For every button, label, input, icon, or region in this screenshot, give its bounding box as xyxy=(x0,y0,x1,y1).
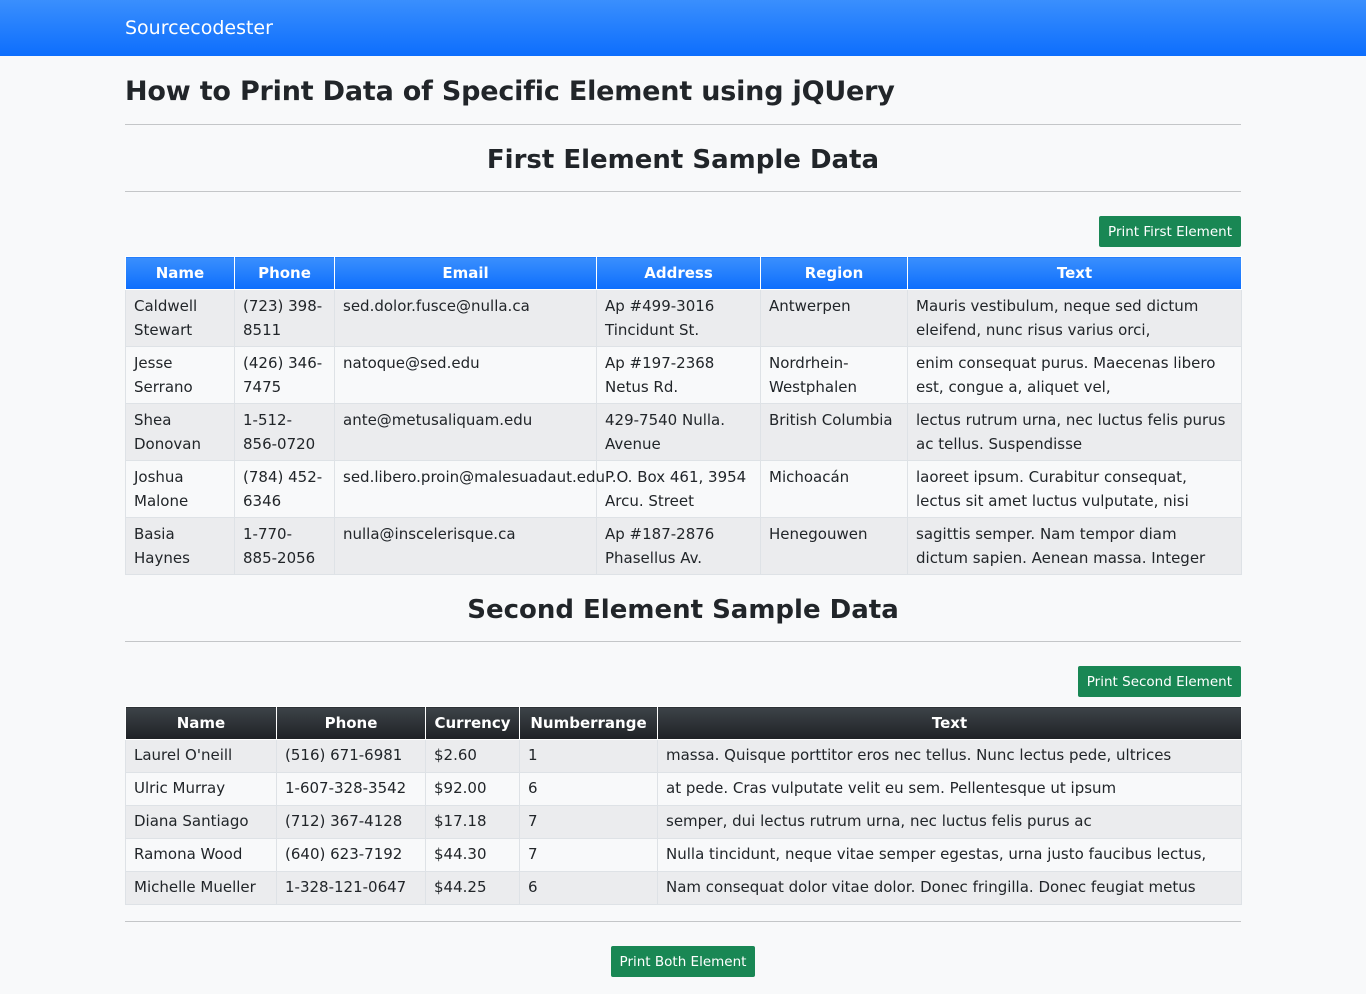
table-cell: lectus rutrum urna, nec luctus felis pur… xyxy=(907,403,1242,461)
table-cell: $44.30 xyxy=(425,838,520,872)
table-cell: (426) 346-7475 xyxy=(234,346,335,404)
second-element-section: Second Element Sample Data Print Second … xyxy=(125,593,1242,905)
table-cell: Laurel O'neill xyxy=(125,739,277,773)
column-header-name: Name xyxy=(125,256,235,290)
table-cell: enim consequat purus. Maecenas libero es… xyxy=(907,346,1242,404)
table-cell: semper, dui lectus rutrum urna, nec luct… xyxy=(657,805,1242,839)
print-first-element-button[interactable]: Print First Element xyxy=(1099,216,1241,247)
table-cell: sagittis semper. Nam tempor diam dictum … xyxy=(907,517,1242,575)
table-cell: Michoacán xyxy=(760,460,908,518)
table-cell: Henegouwen xyxy=(760,517,908,575)
table-cell: sed.libero.proin@malesuadaut.edu xyxy=(334,460,605,518)
table-header-row: Name Phone Email Address Region Text xyxy=(125,256,1242,290)
column-header-phone: Phone xyxy=(276,706,426,740)
column-header-text: Text xyxy=(907,256,1242,290)
table-cell: British Columbia xyxy=(760,403,908,461)
first-element-section: First Element Sample Data Print First El… xyxy=(125,143,1242,575)
column-header-text: Text xyxy=(657,706,1242,740)
table-cell: (712) 367-4128 xyxy=(276,805,426,839)
table-row: Laurel O'neill (516) 671-6981 $2.60 1 massa.… xyxy=(125,739,1242,773)
table-cell: Ramona Wood xyxy=(125,838,277,872)
table-cell: nulla@inscelerisque.ca xyxy=(334,517,597,575)
table-row: Basia Haynes 1-770-885-2056 nulla@insceler… xyxy=(125,517,1242,575)
second-data-table: Name Phone Currency Numberrange Text Lau… xyxy=(125,706,1242,905)
second-button-row: Print Second Element xyxy=(125,666,1241,697)
table-cell: 1-328-121-0647 xyxy=(276,871,426,905)
table-cell: Caldwell Stewart xyxy=(125,289,235,347)
table-row: Michelle Mueller 1-328-121-0647 $44.25 6 Nam… xyxy=(125,871,1242,905)
table-cell: Basia Haynes xyxy=(125,517,235,575)
table-cell: (516) 671-6981 xyxy=(276,739,426,773)
table-cell: Ap #499-3016 Tincidunt St. xyxy=(596,289,761,347)
table-cell: 6 xyxy=(519,772,658,806)
column-header-email: Email xyxy=(334,256,597,290)
table-cell: $17.18 xyxy=(425,805,520,839)
table-cell: $92.00 xyxy=(425,772,520,806)
table-cell: natoque@sed.edu xyxy=(334,346,597,404)
table-cell: 7 xyxy=(519,838,658,872)
table-cell: Shea Donovan xyxy=(125,403,235,461)
table-row: Ramona Wood (640) 623-7192 $44.30 7 Nulla ti… xyxy=(125,838,1242,872)
table-cell: $2.60 xyxy=(425,739,520,773)
navbar: Sourcecodester xyxy=(0,0,1366,56)
table-cell: Michelle Mueller xyxy=(125,871,277,905)
table-cell: 1-512-856-0720 xyxy=(234,403,335,461)
column-header-region: Region xyxy=(760,256,908,290)
table-cell: Nulla tincidunt, neque vitae semper eges… xyxy=(657,838,1242,872)
column-header-currency: Currency xyxy=(425,706,520,740)
print-second-element-button[interactable]: Print Second Element xyxy=(1077,666,1241,697)
column-header-phone: Phone xyxy=(234,256,335,290)
first-section-divider xyxy=(125,191,1241,192)
main-container: How to Print Data of Specific Element us… xyxy=(125,74,1242,977)
table-cell: massa. Quisque porttitor eros nec tellus… xyxy=(657,739,1242,773)
table-cell: Ulric Murray xyxy=(125,772,277,806)
second-section-title: Second Element Sample Data xyxy=(467,595,899,625)
second-section-divider xyxy=(125,641,1241,642)
table-cell: (723) 398-8511 xyxy=(234,289,335,347)
table-row: Caldwell Stewart (723) 398-8511 sed.dolor.… xyxy=(125,289,1242,347)
table-cell: 1-770-885-2056 xyxy=(234,517,335,575)
table-cell: Nordrhein-Westphalen xyxy=(760,346,908,404)
both-button-row: Print Both Element xyxy=(125,946,1241,977)
table-row: Ulric Murray 1-607-328-3542 $92.00 6 at pede… xyxy=(125,772,1242,806)
table-cell: (784) 452-6346 xyxy=(234,460,335,518)
first-data-table: Name Phone Email Address Region Text Cal… xyxy=(125,256,1242,575)
table-row: Jesse Serrano (426) 346-7475 natoque@sed.e… xyxy=(125,346,1242,404)
bottom-divider xyxy=(125,921,1241,922)
table-cell: 1-607-328-3542 xyxy=(276,772,426,806)
first-section-title: First Element Sample Data xyxy=(486,145,880,175)
column-header-name: Name xyxy=(125,706,277,740)
table-cell: at pede. Cras vulputate velit eu sem. Pe… xyxy=(657,772,1242,806)
table-cell: Ap #187-2876 Phasellus Av. xyxy=(596,517,761,575)
table-row: Shea Donovan 1-512-856-0720 ante@metusaliq… xyxy=(125,403,1242,461)
first-button-row: Print First Element xyxy=(125,216,1241,247)
table-row: Joshua Malone (784) 452-6346 sed.libero.pr… xyxy=(125,460,1242,518)
table-cell: Joshua Malone xyxy=(125,460,235,518)
table-cell: (640) 623-7192 xyxy=(276,838,426,872)
table-cell: Ap #197-2368 Netus Rd. xyxy=(596,346,761,404)
column-header-address: Address xyxy=(596,256,761,290)
table-cell: $44.25 xyxy=(425,871,520,905)
column-header-numberrange: Numberrange xyxy=(519,706,658,740)
table-cell: Nam consequat dolor vitae dolor. Donec f… xyxy=(657,871,1242,905)
table-cell: sed.dolor.fusce@nulla.ca xyxy=(334,289,597,347)
table-cell: 7 xyxy=(519,805,658,839)
table-cell: Mauris vestibulum, neque sed dictum elei… xyxy=(907,289,1242,347)
table-cell: ante@metusaliquam.edu xyxy=(334,403,597,461)
table-cell: P.O. Box 461, 3954 Arcu. Street xyxy=(596,460,761,518)
table-header-row: Name Phone Currency Numberrange Text xyxy=(125,706,1242,740)
table-row: Diana Santiago (712) 367-4128 $17.18 7 sempe… xyxy=(125,805,1242,839)
page-title: How to Print Data of Specific Element us… xyxy=(125,76,895,107)
table-cell: Jesse Serrano xyxy=(125,346,235,404)
brand-link[interactable]: Sourcecodester xyxy=(125,17,273,39)
table-cell: 6 xyxy=(519,871,658,905)
table-cell: laoreet ipsum. Curabitur consequat, lect… xyxy=(907,460,1242,518)
table-cell: 1 xyxy=(519,739,658,773)
table-cell: 429-7540 Nulla. Avenue xyxy=(596,403,761,461)
print-both-element-button[interactable]: Print Both Element xyxy=(610,946,756,977)
title-divider xyxy=(125,124,1241,125)
table-cell: Diana Santiago xyxy=(125,805,277,839)
table-cell: Antwerpen xyxy=(760,289,908,347)
